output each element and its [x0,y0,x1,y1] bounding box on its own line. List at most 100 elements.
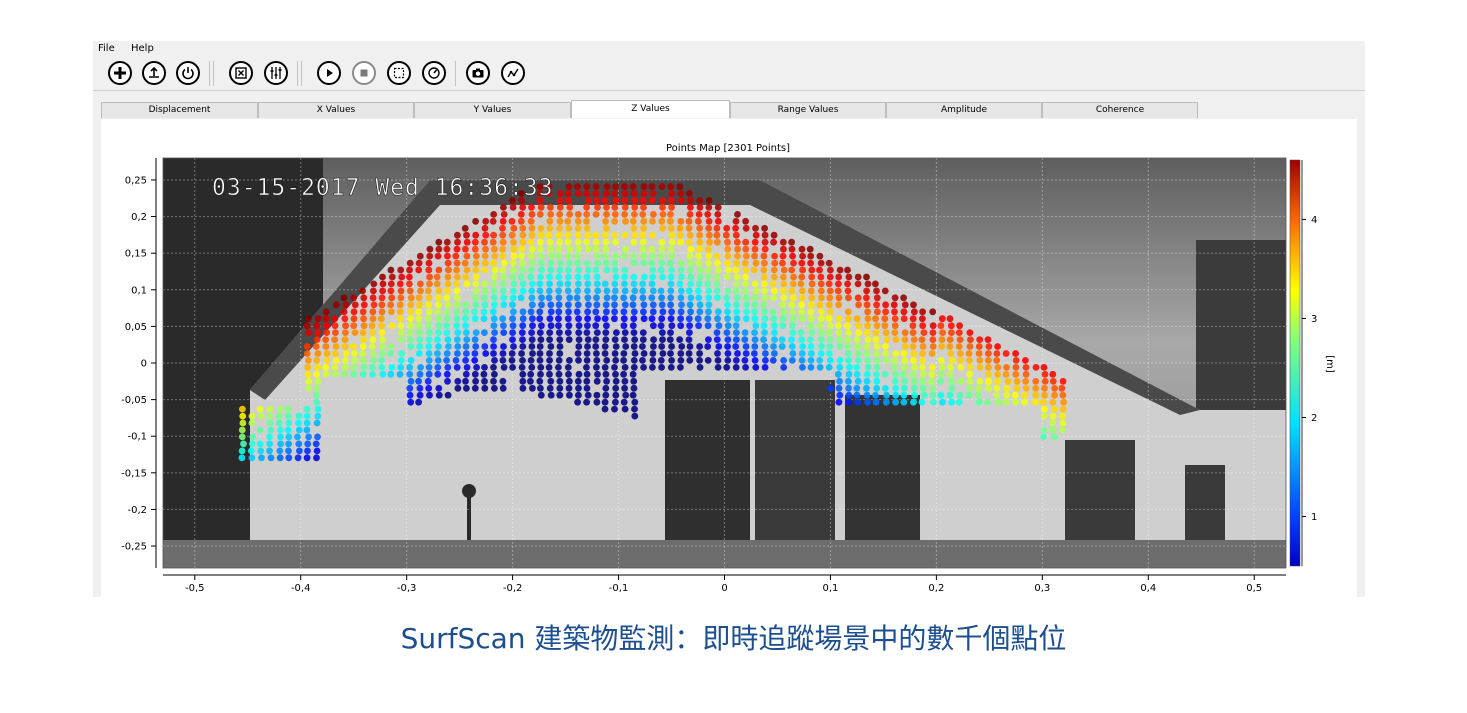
data-point [631,405,638,413]
data-point [937,391,945,399]
data-point [761,224,768,232]
data-point [388,364,396,371]
data-point [444,336,452,343]
data-point [611,405,618,413]
data-point [434,301,442,309]
data-point [659,329,666,336]
data-point [574,301,582,309]
data-point [519,357,526,364]
data-point [1022,364,1030,371]
data-point [603,224,610,232]
data-point [704,259,712,267]
data-point [490,364,497,371]
data-point [677,315,684,323]
data-point [435,245,443,253]
data-point [788,287,796,295]
data-point [564,280,572,288]
data-point [639,329,647,336]
data-point [724,357,732,364]
data-point [620,315,628,323]
data-point [929,343,937,350]
data-point [555,301,563,309]
data-point [351,329,359,336]
data-point [426,252,434,260]
data-point [677,357,685,364]
data-point [519,370,527,378]
data-point [295,419,302,427]
data-point [639,357,646,364]
data-point [499,280,507,288]
data-point [500,294,508,302]
data-point [734,211,741,218]
data-point [527,273,534,281]
data-point [901,301,909,309]
data-point [266,447,273,455]
data-point [844,336,851,343]
data-point [826,350,833,357]
data-point [592,238,600,246]
data-point [611,204,619,211]
data-point [508,350,516,357]
data-point [574,183,581,191]
data-point [472,266,480,274]
points-map-chart[interactable]: Points Map [2301 Points] 03-15-2017 Wed … [0,0,1467,713]
data-point [724,301,731,309]
data-point [510,343,517,350]
data-point [630,259,638,267]
data-point [499,315,507,323]
data-point [528,231,536,239]
data-point [751,245,759,253]
y-tick-label: -0,25 [121,542,147,553]
data-point [285,440,292,448]
data-point [808,280,816,288]
data-point [676,280,684,288]
data-point [538,301,545,309]
data-point [601,350,609,357]
data-point [444,280,452,288]
data-point [322,370,330,378]
data-point [724,245,732,253]
data-point [462,245,469,253]
data-point [771,273,778,281]
data-point [239,412,247,420]
data-point [314,377,322,385]
data-point [490,308,497,316]
data-point [340,294,348,302]
data-point [788,336,795,343]
data-point [536,238,544,246]
data-point [798,301,805,309]
data-point [303,350,311,357]
data-point [555,231,563,239]
data-point [751,308,758,316]
data-point [575,280,582,288]
data-point [750,266,758,274]
data-point [900,398,908,406]
data-point [955,329,963,336]
data-point [481,259,489,267]
y-tick-label: -0,2 [127,505,147,516]
data-point [490,322,498,330]
data-point [406,287,414,295]
data-point [583,259,591,267]
data-point [611,217,619,225]
data-point [379,273,386,281]
data-point [676,224,684,232]
data-point [295,412,303,420]
data-point [620,370,627,378]
data-point [919,384,927,392]
y-tick-label: 0 [141,359,147,370]
data-point [499,231,507,239]
data-point [668,231,676,239]
data-point [593,377,601,385]
data-point [1032,377,1040,385]
x-tick-label: -0,4 [291,583,311,594]
data-point [584,266,592,274]
data-point [556,217,564,225]
data-point [918,357,926,364]
data-point [473,252,480,260]
data-point [1040,412,1048,420]
y-tick-label: -0,15 [121,468,147,479]
data-point [519,287,527,295]
data-point [314,433,321,441]
data-point [929,336,937,343]
